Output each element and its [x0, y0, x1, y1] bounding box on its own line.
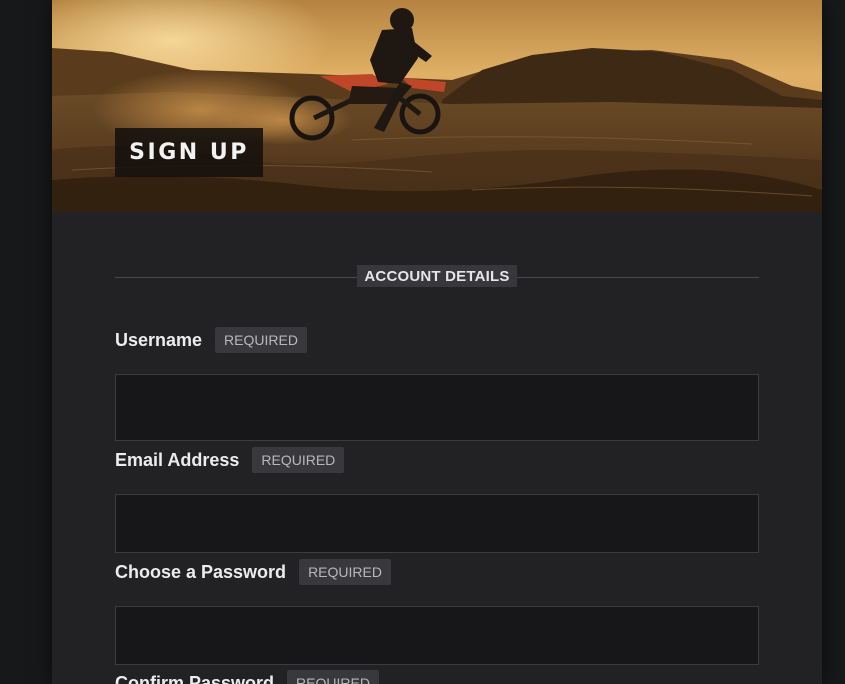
required-badge: REQUIRED — [299, 559, 391, 585]
username-label-row: Username REQUIRED — [115, 327, 307, 353]
signup-title-badge: SIGN UP — [115, 128, 263, 177]
required-badge: REQUIRED — [215, 327, 307, 353]
confirm-password-label: Confirm Password — [115, 672, 275, 684]
page-title: SIGN UP — [129, 140, 249, 165]
username-input[interactable] — [115, 374, 759, 441]
dirt-bike-rider-photo — [52, 0, 822, 212]
section-title-account-details: ACCOUNT DETAILS — [357, 265, 517, 287]
required-badge: REQUIRED — [287, 670, 379, 684]
username-label: Username — [115, 329, 203, 350]
password-input[interactable] — [115, 606, 759, 665]
email-label-row: Email Address REQUIRED — [115, 447, 345, 473]
confirm-password-label-row: Confirm Password REQUIRED — [115, 670, 379, 684]
hero-banner: SIGN UP — [52, 0, 822, 212]
signup-card: SIGN UP ACCOUNT DETAILS Username REQUIRE… — [52, 0, 822, 684]
password-label: Choose a Password — [115, 561, 287, 582]
required-badge: REQUIRED — [252, 447, 345, 473]
password-label-row: Choose a Password REQUIRED — [115, 559, 391, 585]
email-label: Email Address — [115, 449, 240, 470]
email-input[interactable] — [115, 494, 759, 553]
